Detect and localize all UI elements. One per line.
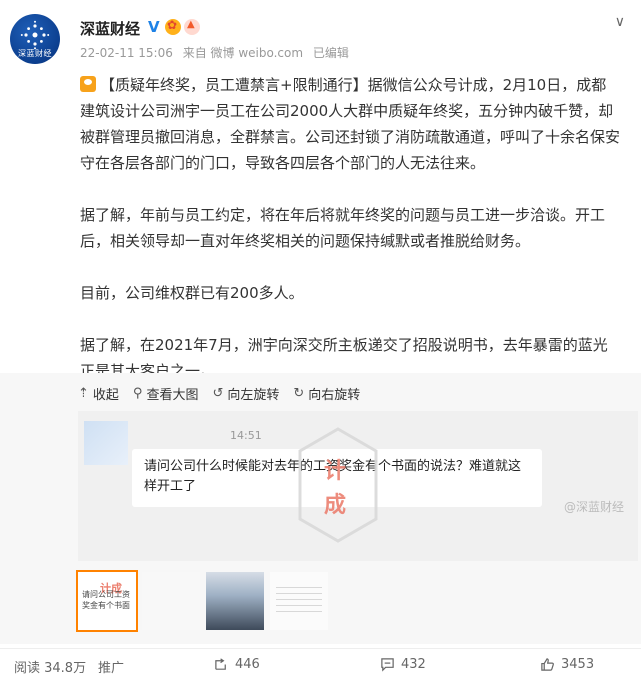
text-lines bbox=[276, 582, 322, 616]
like-count: 3453 bbox=[561, 657, 595, 672]
comment-icon bbox=[381, 658, 394, 672]
large-image[interactable]: 14:51 请问公司什么时候能对去年的工资奖金有个书面的说法？难道就这样开工了 … bbox=[78, 411, 638, 561]
thumbnail-3[interactable] bbox=[206, 572, 264, 630]
collapse-button[interactable]: ⇡ 收起 bbox=[78, 384, 119, 403]
post-source: 来自 微博 weibo.com bbox=[182, 46, 304, 60]
user-name[interactable]: 深蓝财经 bbox=[80, 18, 140, 39]
logo-burst-icon bbox=[20, 20, 50, 49]
magnifier-icon: ⚲ bbox=[132, 386, 143, 401]
collapse-arrow-icon: ⇡ bbox=[78, 386, 89, 401]
hexagon-icon bbox=[298, 427, 378, 543]
paragraph-3: 目前，公司维权群已有200多人。 bbox=[80, 284, 304, 302]
media-panel: ⇡ 收起 ⚲ 查看大图 ↺ 向左旋转 ↻ 向右旋转 14:51 请问公司什么时候能对去年… bbox=[0, 373, 641, 644]
image-watermark: @深蓝财经 bbox=[563, 500, 624, 514]
post-footer: 阅读 34.8万 推广 446 432 3453 bbox=[0, 648, 641, 683]
read-count: 阅读 34.8万 bbox=[14, 661, 87, 676]
mark-bottom: 成 bbox=[324, 493, 347, 518]
forward-count: 446 bbox=[235, 657, 260, 672]
like-button[interactable]: 3453 bbox=[540, 657, 594, 672]
thumbs-up-icon bbox=[541, 658, 554, 671]
media-toolbar: ⇡ 收起 ⚲ 查看大图 ↺ 向左旋转 ↻ 向右旋转 bbox=[78, 384, 360, 403]
chevron-down-icon[interactable]: ∨ bbox=[615, 14, 625, 30]
badge-flower-icon[interactable] bbox=[165, 18, 181, 35]
thumbnail-4[interactable] bbox=[270, 572, 328, 630]
edited-label[interactable]: 已编辑 bbox=[313, 46, 349, 60]
hexagon-watermark: 计 成 bbox=[296, 425, 380, 545]
avatar[interactable]: 深蓝财经 bbox=[10, 14, 60, 64]
forward-icon bbox=[215, 658, 226, 670]
verified-v-icon[interactable]: V bbox=[148, 19, 164, 35]
forward-button[interactable]: 446 bbox=[214, 657, 260, 672]
avatar-label: 深蓝财经 bbox=[18, 48, 52, 58]
view-large-button[interactable]: ⚲ 查看大图 bbox=[133, 384, 199, 403]
rotate-left-icon: ↺ bbox=[212, 386, 224, 401]
rotate-right-button[interactable]: ↻ 向右旋转 bbox=[293, 384, 360, 403]
thumbnail-2[interactable] bbox=[142, 572, 200, 630]
thumbnail-strip: 计成 请问公司工资奖金有个书面 bbox=[78, 572, 328, 630]
post-meta: 22-02-11 15:06 来自 微博 weibo.com 已编辑 bbox=[80, 44, 355, 61]
mark-top: 计 bbox=[324, 459, 347, 484]
chat-time: 14:51 bbox=[230, 429, 262, 442]
rotate-right-icon: ↻ bbox=[293, 386, 305, 401]
chat-avatar bbox=[84, 421, 128, 465]
post-content: 【质疑年终奖，员工遭禁言+限制通行】据微信公众号计成，2月10日，成都建筑设计公… bbox=[80, 72, 620, 410]
post-time[interactable]: 22-02-11 15:06 bbox=[80, 46, 173, 60]
post-header: 深蓝财经 深蓝财经 V 22-02-11 15:06 来自 微博 weibo.c… bbox=[0, 0, 641, 70]
promote-button[interactable]: 推广 bbox=[98, 657, 124, 676]
paragraph-2: 据了解，年前与员工约定，将在年后将就年终奖的问题与员工进一步洽谈。开工后，相关领… bbox=[80, 206, 606, 250]
topic-icon bbox=[80, 76, 96, 92]
comment-count: 432 bbox=[401, 657, 426, 672]
paragraph-1: 【质疑年终奖，员工遭禁言+限制通行】据微信公众号计成，2月10日，成都建筑设计公… bbox=[80, 76, 621, 172]
thumb-label: 请问公司工资奖金有个书面 bbox=[82, 590, 130, 610]
thumbnail-1[interactable]: 计成 请问公司工资奖金有个书面 bbox=[78, 572, 136, 630]
rotate-left-button[interactable]: ↺ 向左旋转 bbox=[212, 384, 279, 403]
badge-fire-icon[interactable] bbox=[184, 19, 200, 35]
comment-button[interactable]: 432 bbox=[380, 657, 426, 672]
